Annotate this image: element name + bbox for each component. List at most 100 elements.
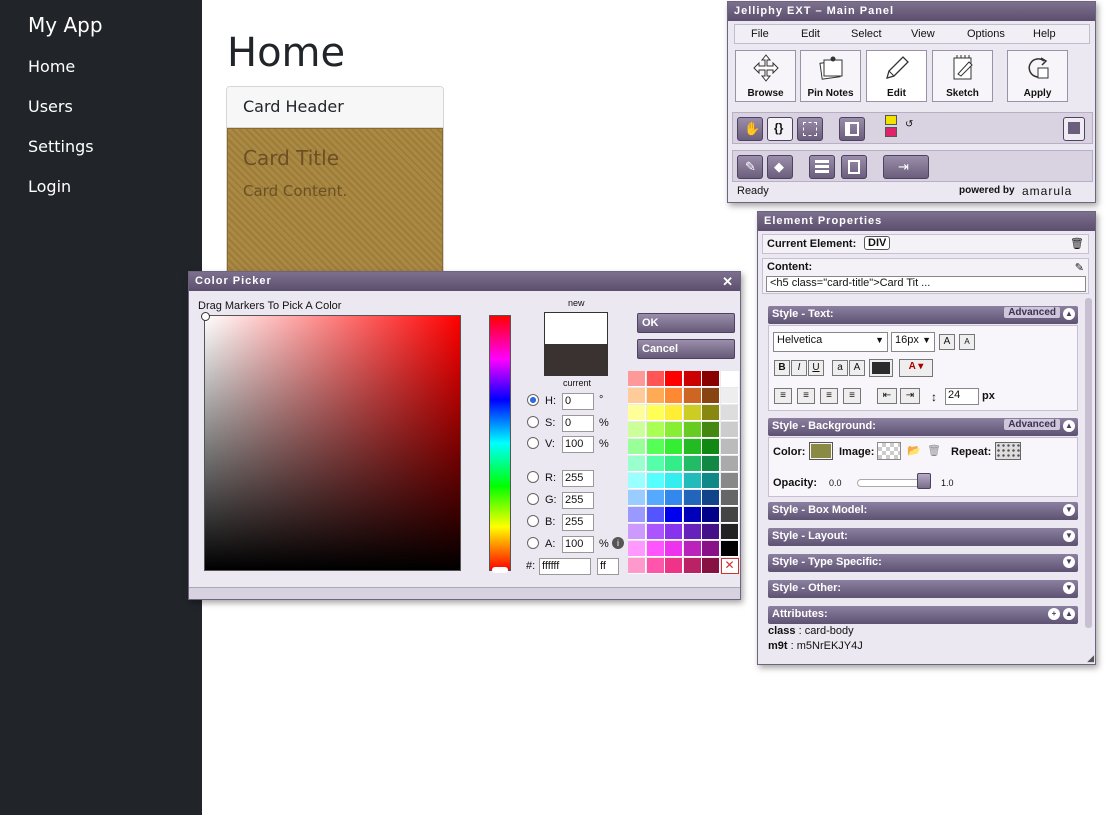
saturation-input[interactable]: 0 bbox=[562, 415, 594, 432]
grid-button[interactable] bbox=[809, 155, 835, 179]
palette-swatch[interactable] bbox=[683, 405, 702, 421]
ok-button[interactable]: OK bbox=[637, 313, 735, 333]
palette-swatch[interactable] bbox=[646, 490, 665, 506]
info-icon[interactable]: i bbox=[612, 537, 624, 549]
font-family-select[interactable]: Helvetica ▼ bbox=[773, 332, 888, 352]
indent-button[interactable]: ⇥ bbox=[900, 388, 920, 404]
palette-swatch[interactable] bbox=[702, 490, 720, 506]
text-color-swatch[interactable] bbox=[869, 359, 893, 377]
section-style-background[interactable]: Style - Background: Advanced ▲ bbox=[768, 418, 1078, 436]
palette-swatch[interactable] bbox=[720, 507, 739, 523]
palette-swatch[interactable] bbox=[628, 490, 646, 506]
increase-font-icon[interactable]: A bbox=[939, 334, 955, 350]
palette-swatch[interactable] bbox=[665, 439, 683, 455]
opacity-slider-thumb[interactable] bbox=[917, 473, 931, 489]
hue-marker[interactable] bbox=[492, 567, 508, 573]
palette-swatch[interactable] bbox=[628, 456, 646, 472]
palette-swatch[interactable] bbox=[683, 558, 702, 574]
collapse-icon[interactable]: ▲ bbox=[1063, 308, 1075, 320]
palette-swatch[interactable] bbox=[720, 371, 739, 387]
content-field[interactable]: <h5 class="card-title">Card Tit ... bbox=[766, 276, 1086, 292]
palette-swatch[interactable] bbox=[702, 371, 720, 387]
palette-swatch[interactable] bbox=[646, 405, 665, 421]
font-size-select[interactable]: 16px ▼ bbox=[891, 332, 935, 352]
outdent-button[interactable]: ⇤ bbox=[877, 388, 897, 404]
palette-swatch[interactable]: ✕ bbox=[720, 558, 739, 574]
palette-swatch[interactable] bbox=[683, 507, 702, 523]
main-panel-title[interactable]: Jelliphy EXT – Main Panel bbox=[728, 2, 1095, 21]
paint-bucket-button[interactable]: ◆ bbox=[767, 155, 793, 179]
browse-button[interactable]: Browse bbox=[735, 50, 796, 102]
underline-button[interactable]: U bbox=[808, 360, 824, 376]
properties-title[interactable]: Element Properties bbox=[758, 212, 1095, 231]
lowercase-button[interactable]: a bbox=[832, 360, 848, 376]
sidebar-item-home[interactable]: Home bbox=[28, 57, 75, 76]
alpha-input[interactable]: 100 bbox=[562, 536, 594, 553]
palette-swatch[interactable] bbox=[702, 405, 720, 421]
collapse-icon[interactable]: ▲ bbox=[1063, 420, 1075, 432]
align-left-button[interactable]: ≡ bbox=[774, 388, 792, 404]
section-style-other[interactable]: Style - Other: ▼ bbox=[768, 580, 1078, 598]
blue-input[interactable]: 255 bbox=[562, 514, 594, 531]
attribute-row[interactable]: class : card-body bbox=[768, 625, 854, 637]
sv-marker[interactable] bbox=[201, 312, 210, 321]
justify-button[interactable]: ≡ bbox=[843, 388, 861, 404]
palette-swatch[interactable] bbox=[702, 524, 720, 540]
palette-swatch[interactable] bbox=[702, 422, 720, 438]
menu-select[interactable]: Select bbox=[851, 28, 882, 40]
palette-swatch[interactable] bbox=[646, 439, 665, 455]
radio-hue[interactable] bbox=[527, 394, 539, 406]
palette-swatch[interactable] bbox=[702, 473, 720, 489]
palette-swatch[interactable] bbox=[646, 507, 665, 523]
hue-slider[interactable] bbox=[489, 315, 511, 573]
palette-swatch[interactable] bbox=[628, 422, 646, 438]
sidebar-item-login[interactable]: Login bbox=[28, 177, 71, 196]
palette-swatch[interactable] bbox=[628, 541, 646, 557]
align-right-button[interactable]: ≡ bbox=[820, 388, 838, 404]
palette-swatch[interactable] bbox=[646, 422, 665, 438]
alpha-hex-input[interactable]: ff bbox=[597, 558, 619, 575]
radio-green[interactable] bbox=[527, 493, 539, 505]
radio-saturation[interactable] bbox=[527, 416, 539, 428]
card-body[interactable]: Card Title Card Content. bbox=[227, 128, 443, 285]
radio-red[interactable] bbox=[527, 471, 539, 483]
palette-swatch[interactable] bbox=[683, 422, 702, 438]
palette-swatch[interactable] bbox=[683, 490, 702, 506]
sidebar-item-users[interactable]: Users bbox=[28, 97, 73, 116]
layers-button[interactable] bbox=[841, 155, 867, 179]
expand-icon[interactable]: ▼ bbox=[1063, 504, 1075, 516]
palette-swatch[interactable] bbox=[702, 456, 720, 472]
palette-swatch[interactable] bbox=[646, 388, 665, 404]
expand-icon[interactable]: ▼ bbox=[1063, 556, 1075, 568]
line-height-input[interactable]: 24 bbox=[945, 388, 979, 405]
bg-color-swatch[interactable] bbox=[809, 442, 833, 460]
insert-element-button[interactable]: ⇥ bbox=[883, 155, 929, 179]
advanced-background-button[interactable]: Advanced bbox=[1004, 419, 1060, 430]
palette-swatch[interactable] bbox=[646, 558, 665, 574]
palette-swatch[interactable] bbox=[628, 524, 646, 540]
radio-alpha[interactable] bbox=[527, 537, 539, 549]
sketch-button[interactable]: Sketch bbox=[932, 50, 993, 102]
palette-swatch[interactable] bbox=[665, 456, 683, 472]
palette-swatch[interactable] bbox=[720, 490, 739, 506]
menu-view[interactable]: View bbox=[911, 28, 935, 40]
uppercase-button[interactable]: A bbox=[849, 360, 865, 376]
palette-swatch[interactable] bbox=[702, 439, 720, 455]
palette-swatch[interactable] bbox=[646, 524, 665, 540]
palette-swatch[interactable] bbox=[683, 541, 702, 557]
current-color-swatch[interactable] bbox=[545, 344, 607, 375]
section-style-layout[interactable]: Style - Layout: ▼ bbox=[768, 528, 1078, 546]
saturation-value-area[interactable] bbox=[201, 312, 461, 571]
hue-input[interactable]: 0 bbox=[562, 393, 594, 410]
palette-swatch[interactable] bbox=[683, 388, 702, 404]
palette-swatch[interactable] bbox=[646, 371, 665, 387]
palette-swatch[interactable] bbox=[683, 371, 702, 387]
palette-swatch[interactable] bbox=[628, 405, 646, 421]
resize-grip-icon[interactable]: ◢ bbox=[1087, 653, 1094, 664]
palette-swatch[interactable] bbox=[720, 439, 739, 455]
palette-swatch[interactable] bbox=[665, 507, 683, 523]
palette-swatch[interactable] bbox=[628, 439, 646, 455]
palette-swatch[interactable] bbox=[628, 558, 646, 574]
palette-swatch[interactable] bbox=[702, 507, 720, 523]
palette-swatch[interactable] bbox=[628, 473, 646, 489]
